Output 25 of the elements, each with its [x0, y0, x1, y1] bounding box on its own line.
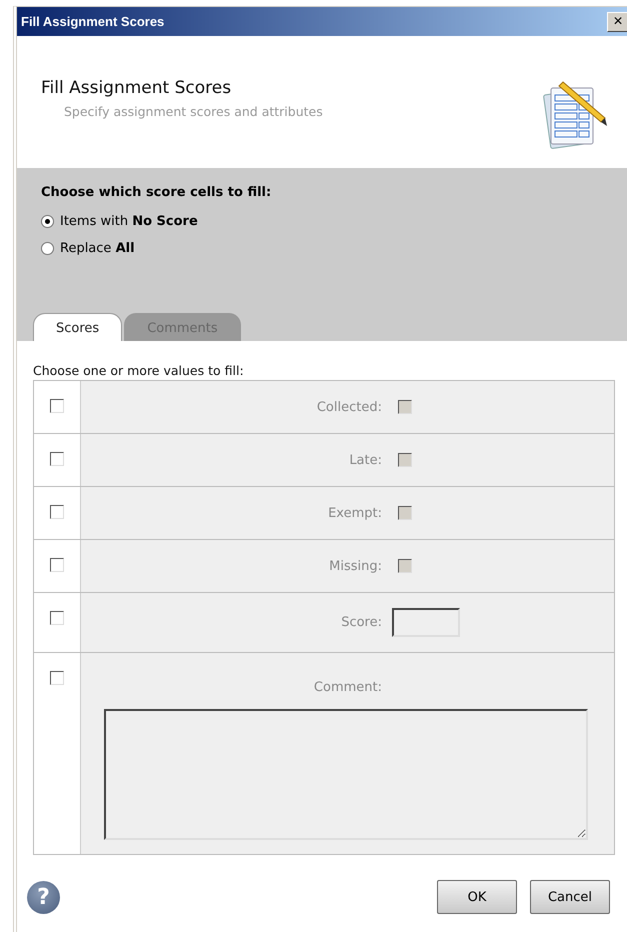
dialog-title: Fill Assignment Scores: [41, 78, 232, 98]
radio-button[interactable]: [41, 215, 54, 228]
values-label: Choose one or more values to fill:: [33, 363, 245, 378]
checkbox[interactable]: [50, 671, 64, 685]
dialog-button[interactable]: Cancel: [530, 880, 610, 914]
checkbox[interactable]: [50, 505, 64, 519]
field-label: Collected:: [316, 400, 382, 414]
window-title: Fill Assignment Scores: [21, 14, 164, 29]
checkbox[interactable]: [50, 558, 64, 572]
field-label: Missing:: [328, 558, 382, 574]
checkbox[interactable]: [50, 399, 64, 413]
fill-mode-label: Choose which score cells to fill:: [41, 185, 272, 200]
field-label: Late:: [348, 452, 382, 468]
field-label: Comment:: [312, 680, 382, 695]
dialog-subtitle: Specify assignment scores and attributes: [64, 104, 323, 119]
close-button[interactable]: ×: [607, 12, 627, 32]
dialog-button[interactable]: OK: [437, 880, 517, 914]
field-label: Score:: [340, 615, 382, 630]
checkbox[interactable]: [50, 611, 64, 625]
radio-label[interactable]: Replace All: [60, 241, 135, 256]
radio-button[interactable]: [41, 242, 54, 255]
field-label: Exempt:: [327, 506, 382, 520]
tab[interactable]: Scores: [33, 313, 122, 341]
radio-label[interactable]: Items with No Score: [60, 214, 198, 229]
checkbox[interactable]: [50, 452, 64, 466]
